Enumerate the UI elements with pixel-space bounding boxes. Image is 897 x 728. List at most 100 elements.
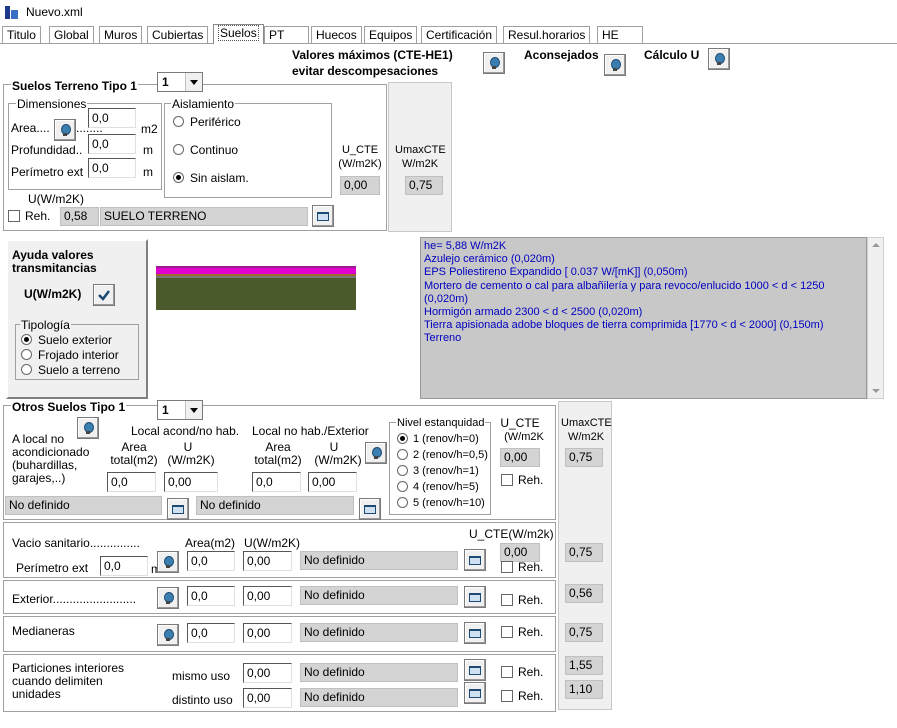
app-icon: [4, 4, 20, 20]
medianeras-help-button[interactable]: [157, 624, 179, 646]
aconsejados-button[interactable]: [604, 54, 626, 76]
layers-description-memo[interactable]: he= 5,88 W/m2K Azulejo cerámico (0,020m)…: [420, 237, 867, 399]
aislamiento-continuo-radio[interactable]: [173, 144, 184, 155]
local-acond-u-input[interactable]: 0,00: [164, 472, 218, 492]
vacio-browse-button[interactable]: [464, 549, 486, 571]
terreno-ucte-label: U_CTE: [341, 144, 379, 156]
terreno-material: SUELO TERRENO: [100, 207, 308, 226]
mismo-uso-reh-checkbox[interactable]: [501, 666, 513, 678]
terreno-ucte-unit: (W/m2K): [338, 158, 382, 170]
local-acond-area-input[interactable]: 0,0: [107, 472, 156, 492]
otros-suelos-title: Otros Suelos Tipo 1: [11, 400, 127, 414]
ayuda-u-label: U(W/m2K): [24, 287, 82, 301]
distinto-uso-reh-checkbox[interactable]: [501, 690, 513, 702]
otros-umax-label: UmaxCTE: [561, 417, 612, 429]
medianeras-reh-checkbox[interactable]: [501, 626, 513, 638]
distinto-uso-browse-button[interactable]: [464, 682, 486, 704]
exterior-area-input[interactable]: 0,0: [187, 586, 235, 606]
a-local-help-button[interactable]: [77, 417, 99, 439]
tab-certificacion[interactable]: Certificación: [421, 26, 498, 43]
nivel-3-radio[interactable]: [397, 465, 408, 476]
area-help-button[interactable]: [54, 119, 76, 141]
medianeras-browse-button[interactable]: [464, 622, 486, 644]
exterior-reh-checkbox[interactable]: [501, 594, 513, 606]
tab-global[interactable]: Global: [49, 26, 94, 43]
terreno-reh-checkbox[interactable]: [8, 210, 20, 222]
otros-umax-value: 0,75: [565, 448, 603, 467]
u-header-1b: (W/m2K): [167, 453, 215, 467]
vacio-reh-checkbox[interactable]: [501, 561, 513, 573]
otros-ucte-label: U_CTE: [500, 416, 540, 430]
memo-scrollbar[interactable]: [867, 237, 884, 399]
exterior-u-input[interactable]: 0,00: [243, 586, 292, 606]
mismo-uso-u-input[interactable]: 0,00: [243, 663, 292, 683]
tab-equipos[interactable]: Equipos: [364, 26, 418, 43]
nivel-4-radio[interactable]: [397, 481, 408, 492]
aislamiento-periferico-radio[interactable]: [173, 116, 184, 127]
mismo-uso-browse-button[interactable]: [464, 659, 486, 681]
tab-huecos[interactable]: Huecos: [311, 26, 362, 43]
tab-titulo[interactable]: Titulo: [2, 26, 41, 43]
checkmark-icon: [98, 290, 110, 301]
vacio-umax-value: 0,75: [565, 543, 603, 562]
calculo-u-label: Cálculo U: [644, 48, 700, 62]
memo-line: Hormigón armado 2300 < d < 2500 (0,020m): [424, 306, 643, 319]
profundidad-input[interactable]: 0,0: [88, 134, 136, 154]
medianeras-area-input[interactable]: 0,0: [187, 623, 235, 643]
local-nohab-area-input[interactable]: 0,0: [252, 472, 301, 492]
folder-icon: [469, 665, 481, 675]
lightbulb-icon: [162, 591, 174, 605]
tab-cubiertas[interactable]: Cubiertas: [147, 26, 209, 43]
calculo-u-button[interactable]: [708, 48, 730, 70]
terreno-material-browse-button[interactable]: [312, 205, 334, 227]
area-input[interactable]: 0,0: [88, 108, 136, 128]
tipologia-suelo-exterior-radio[interactable]: [21, 334, 32, 345]
area-label: Area....: [11, 121, 50, 135]
vacio-perimetro-input[interactable]: 0,0: [100, 556, 148, 576]
distinto-uso-material: No definido: [300, 688, 458, 707]
area-header-1: Area: [121, 440, 147, 454]
terreno-umax-unit: W/m2K: [401, 158, 439, 170]
local-nohab-label: Local no hab./Exterior: [252, 424, 369, 438]
mismo-uso-reh-label: Reh.: [518, 665, 544, 679]
memo-line: he= 5,88 W/m2K: [424, 240, 507, 252]
terreno-tipo-select[interactable]: 1: [157, 72, 203, 92]
otros-ucte-value: 0,00: [500, 448, 540, 467]
perimetro-input[interactable]: 0,0: [88, 158, 136, 178]
distinto-uso-u-input[interactable]: 0,00: [243, 688, 292, 708]
vacio-u-header: U(W/m2K): [244, 536, 300, 550]
ayuda-u-button[interactable]: [93, 284, 115, 306]
local-nohab-u-input[interactable]: 0,00: [308, 472, 357, 492]
nivel-2-radio[interactable]: [397, 449, 408, 460]
u-header-2: U: [329, 440, 339, 454]
local-nohab-material: No definido: [196, 496, 354, 515]
tab-resul-horarios[interactable]: Resul.horarios: [503, 26, 591, 43]
particiones-label-2: cuando delimiten: [12, 674, 103, 688]
lightbulb-icon: [162, 555, 174, 569]
vacio-area-input[interactable]: 0,0: [187, 551, 235, 571]
otros-tipo-select[interactable]: 1: [157, 400, 203, 420]
tipologia-frojado-interior-radio[interactable]: [21, 349, 32, 360]
nivel-5-radio[interactable]: [397, 497, 408, 508]
local-nohab-browse-button[interactable]: [359, 498, 381, 520]
local-acond-browse-button[interactable]: [167, 498, 189, 520]
garajes-label: garajes,..): [12, 471, 66, 485]
exterior-reh-label: Reh.: [518, 593, 544, 607]
otros-reh-checkbox[interactable]: [501, 474, 513, 486]
tab-suelos[interactable]: Suelos: [213, 24, 264, 44]
tab-pt[interactable]: PT: [264, 26, 310, 43]
tipologia-suelo-terreno-radio[interactable]: [21, 364, 32, 375]
vacio-help-button[interactable]: [157, 551, 179, 573]
aislamiento-sin-radio[interactable]: [173, 172, 184, 183]
exterior-browse-button[interactable]: [464, 586, 486, 608]
vacio-u-input[interactable]: 0,00: [243, 551, 292, 571]
valores-maximos-button[interactable]: [483, 52, 505, 74]
layer-section-preview: [156, 266, 356, 310]
nivel-1-radio[interactable]: [397, 433, 408, 444]
exterior-help-button[interactable]: [157, 587, 179, 609]
medianeras-u-input[interactable]: 0,00: [243, 623, 292, 643]
tab-he[interactable]: HE: [597, 26, 643, 43]
exterior-material: No definido: [300, 586, 458, 605]
local-nohab-help-button[interactable]: [365, 442, 387, 464]
tab-muros[interactable]: Muros: [99, 26, 143, 43]
